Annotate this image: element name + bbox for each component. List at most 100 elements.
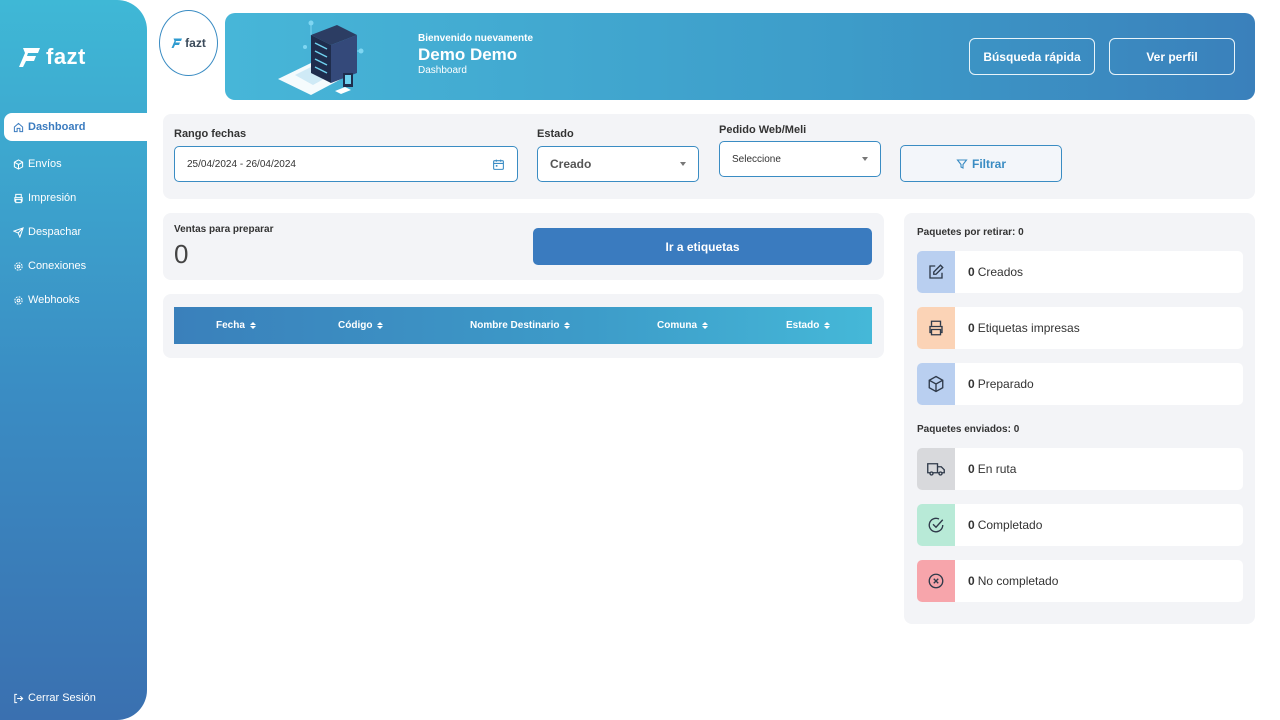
- status-row-en-ruta[interactable]: 0 En ruta: [917, 448, 1243, 490]
- fazt-logo[interactable]: fazt: [18, 44, 86, 70]
- status-row-creados[interactable]: 0 Creados: [917, 251, 1243, 293]
- status-label: Completado: [977, 518, 1043, 532]
- brand-badge: fazt: [159, 10, 218, 76]
- status-row-etiquetas-impresas[interactable]: 0 Etiquetas impresas: [917, 307, 1243, 349]
- date-range-input[interactable]: 25/04/2024 - 26/04/2024: [174, 146, 518, 182]
- logout-button[interactable]: Cerrar Sesión: [13, 692, 96, 704]
- sort-icon: [564, 322, 571, 329]
- pickup-packages-title: Paquetes por retirar: 0: [917, 227, 1024, 238]
- status-count: 0: [968, 462, 975, 476]
- order-source-select[interactable]: Seleccione: [719, 141, 881, 177]
- status-count: 0: [968, 574, 975, 588]
- welcome-banner: Bienvenido nuevamente Demo Demo Dashboar…: [225, 13, 1255, 100]
- sort-icon: [702, 322, 708, 329]
- sort-icon: [249, 322, 256, 329]
- sidebar-item-dashboard[interactable]: Dashboard: [4, 113, 151, 141]
- sidebar-item-label: Envíos: [28, 158, 62, 170]
- sidebar-item-despachar[interactable]: Despachar: [0, 215, 147, 249]
- go-to-labels-button[interactable]: Ir a etiquetas: [533, 228, 872, 265]
- order-source-label: Pedido Web/Meli: [719, 124, 807, 136]
- column-header-nombre-destinario[interactable]: Nombre Destinario: [470, 320, 571, 331]
- column-header-fecha[interactable]: Fecha: [216, 320, 256, 331]
- status-icon-box: [917, 307, 955, 349]
- filter-panel: Rango fechas 25/04/2024 - 26/04/2024 Est…: [163, 114, 1255, 199]
- column-header-estado[interactable]: Estado: [786, 320, 831, 331]
- brand-mini-text: fazt: [185, 36, 206, 50]
- filter-button[interactable]: Filtrar: [900, 145, 1062, 182]
- status-label: Etiquetas impresas: [977, 321, 1080, 335]
- calendar-icon[interactable]: [492, 158, 505, 171]
- status-row-completado[interactable]: 0 Completado: [917, 504, 1243, 546]
- status-icon-box: [917, 504, 955, 546]
- column-header-label: Nombre Destinario: [470, 320, 560, 331]
- sidebar-item-label: Dashboard: [28, 121, 86, 133]
- sidebar-item-conexiones[interactable]: Conexiones: [0, 249, 147, 283]
- status-label: En ruta: [977, 462, 1017, 476]
- date-range-value: 25/04/2024 - 26/04/2024: [187, 158, 296, 170]
- sidebar-nav: Dashboard Envíos Impresión Despachar Con…: [0, 113, 151, 317]
- filter-icon: [956, 158, 968, 169]
- status-count: 0: [968, 321, 975, 335]
- edit-icon: [929, 264, 944, 279]
- status-row-no-completado[interactable]: 0 No completado: [917, 560, 1243, 602]
- box-icon: [13, 158, 24, 170]
- logo-text: fazt: [46, 44, 86, 69]
- welcome-message: Bienvenido nuevamente: [418, 33, 534, 44]
- column-header-codigo[interactable]: Código: [338, 320, 384, 331]
- sidebar-item-label: Conexiones: [28, 260, 87, 272]
- fazt-logo-icon: [171, 38, 183, 48]
- sales-to-prepare-label: Ventas para preparar: [174, 224, 274, 235]
- welcome-text-block: Bienvenido nuevamente Demo Demo Dashboar…: [418, 33, 533, 76]
- gear-icon: [14, 261, 23, 271]
- quick-search-button[interactable]: Búsqueda rápida: [969, 38, 1095, 75]
- status-label: Creados: [977, 265, 1024, 279]
- view-profile-button[interactable]: Ver perfil: [1109, 38, 1235, 75]
- status-text: 0 Preparado: [968, 377, 1034, 391]
- box-icon: [928, 375, 944, 393]
- status-icon-box: [917, 251, 955, 293]
- sidebar-item-label: Webhooks: [28, 294, 80, 306]
- column-header-label: Comuna: [657, 320, 697, 331]
- order-source-value: Seleccione: [732, 153, 781, 165]
- status-text: 0 En ruta: [968, 462, 1016, 476]
- status-count: 0: [968, 265, 975, 279]
- status-label: Preparado: [977, 377, 1034, 391]
- sort-icon: [824, 322, 831, 329]
- sidebar-item-envios[interactable]: Envíos: [0, 147, 147, 181]
- sidebar-item-webhooks[interactable]: Webhooks: [0, 283, 147, 317]
- current-page-label: Dashboard: [418, 65, 467, 76]
- date-range-label: Rango fechas: [174, 128, 247, 140]
- sidebar-item-label: Despachar: [28, 226, 82, 238]
- state-label: Estado: [537, 128, 574, 140]
- orders-table-card: Fecha Código Nombre Destinario Comuna Es…: [163, 294, 884, 358]
- status-text: 0 Etiquetas impresas: [968, 321, 1080, 335]
- status-label: No completado: [977, 574, 1059, 588]
- column-header-label: Código: [338, 320, 373, 331]
- sales-to-prepare-card: Ventas para preparar 0 Ir a etiquetas: [163, 213, 884, 280]
- status-row-preparado[interactable]: 0 Preparado: [917, 363, 1243, 405]
- state-select[interactable]: Creado: [537, 146, 699, 182]
- column-header-label: Fecha: [216, 320, 245, 331]
- orders-table-header: Fecha Código Nombre Destinario Comuna Es…: [174, 307, 872, 344]
- sort-icon: [377, 322, 384, 329]
- column-header-label: Estado: [786, 320, 820, 331]
- sidebar: fazt Dashboard Envíos Impresión Despacha…: [0, 0, 151, 720]
- sales-to-prepare-count: 0: [174, 239, 189, 269]
- sidebar-item-impresion[interactable]: Impresión: [0, 181, 147, 215]
- filter-button-label: Filtrar: [971, 156, 1006, 171]
- printer-icon: [14, 193, 23, 203]
- state-select-value: Creado: [550, 157, 592, 171]
- send-icon: [13, 226, 24, 238]
- status-text: 0 No completado: [968, 574, 1058, 588]
- sent-packages-title: Paquetes enviados: 0: [917, 424, 1020, 435]
- logout-icon: [14, 693, 24, 703]
- home-icon: [13, 122, 24, 132]
- x-circle-icon: [928, 573, 944, 589]
- status-icon-box: [917, 560, 955, 602]
- status-count: 0: [968, 377, 975, 391]
- status-count: 0: [968, 518, 975, 532]
- package-status-panel: Paquetes por retirar: 0 0 Creados 0 Etique…: [904, 213, 1255, 624]
- status-text: 0 Completado: [968, 518, 1042, 532]
- chevron-down-icon: [862, 157, 868, 161]
- column-header-comuna[interactable]: Comuna: [657, 320, 708, 331]
